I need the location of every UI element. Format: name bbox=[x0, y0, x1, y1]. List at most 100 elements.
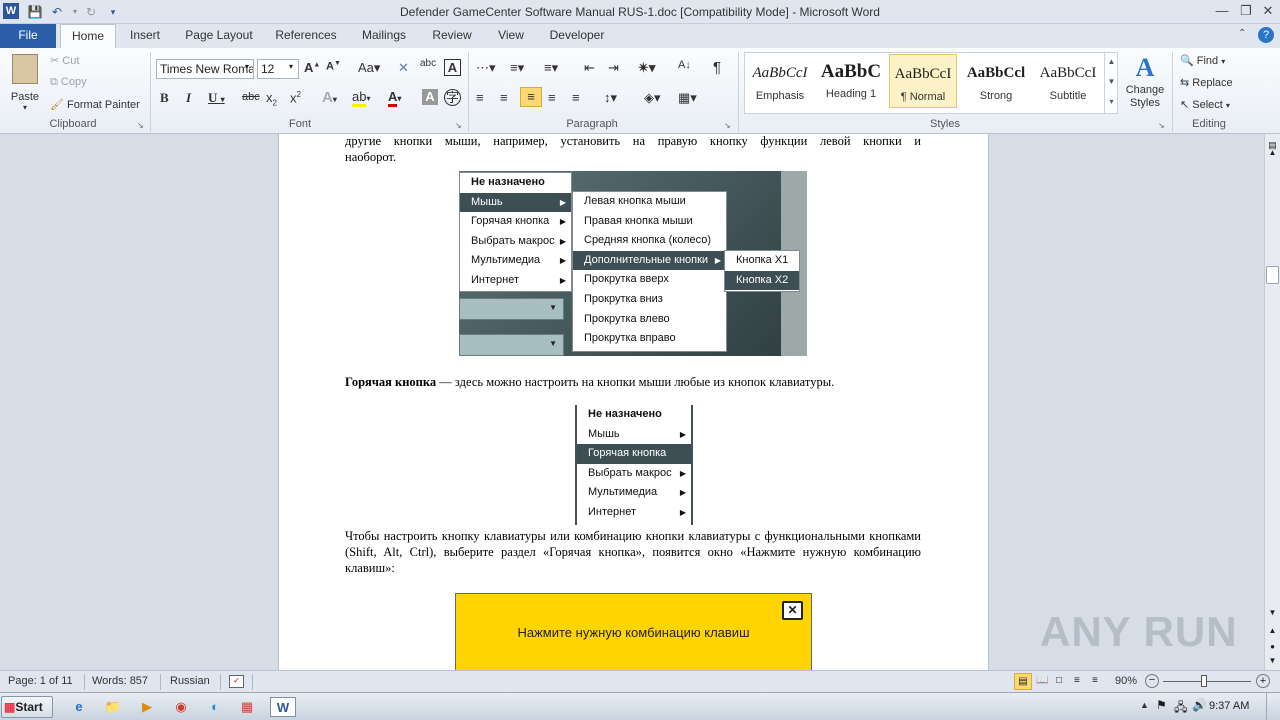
styles-scroll[interactable]: ▲ ▼ ▾ bbox=[1104, 52, 1118, 114]
font-size-dropdown-icon[interactable]: ▾ bbox=[289, 62, 293, 71]
line-spacing-icon[interactable]: ↕▾ bbox=[604, 90, 617, 106]
justify-icon[interactable]: ≡ bbox=[520, 87, 542, 107]
style-heading-1[interactable]: AaBbC Heading 1 bbox=[817, 54, 885, 108]
font-name-combo[interactable]: Times New Roma bbox=[156, 59, 254, 79]
full-screen-reading-icon[interactable]: 📖 bbox=[1036, 675, 1048, 686]
zoom-slider-thumb[interactable] bbox=[1201, 675, 1207, 687]
underline-icon[interactable]: U ▾ bbox=[208, 90, 225, 106]
style-subtitle[interactable]: AaBbCcI Subtitle bbox=[1034, 54, 1102, 108]
phonetic-guide-icon[interactable]: abc bbox=[420, 58, 436, 69]
tab-mailings[interactable]: Mailings bbox=[352, 24, 416, 48]
scroll-up-arrow-icon[interactable]: ▲ bbox=[1266, 148, 1279, 162]
highlight-color-icon[interactable]: ab▾ bbox=[352, 89, 370, 107]
edge-icon[interactable]: ◐ bbox=[204, 697, 226, 717]
zoom-level[interactable]: 90% bbox=[1115, 675, 1137, 687]
minimize-button[interactable]: — bbox=[1210, 2, 1234, 20]
outline-view-icon[interactable]: ≡ bbox=[1074, 675, 1080, 686]
borders-icon[interactable]: ▦▾ bbox=[678, 90, 697, 106]
replace-button[interactable]: ⇆ Replace bbox=[1180, 76, 1233, 89]
page-count[interactable]: Page: 1 of 11 bbox=[8, 675, 73, 687]
clear-formatting-icon[interactable]: ✕ bbox=[398, 60, 409, 76]
chrome-icon[interactable]: ◉ bbox=[170, 697, 192, 717]
close-button[interactable]: ✕ bbox=[1256, 2, 1280, 20]
paragraph-launcher-icon[interactable]: ↘ bbox=[724, 121, 731, 130]
select-button[interactable]: ↖ Select ▾ bbox=[1180, 98, 1230, 111]
copy-button[interactable]: ⧉ Copy bbox=[50, 76, 87, 89]
tab-references[interactable]: References bbox=[268, 24, 344, 48]
format-painter-button[interactable]: 🖌 Format Painter bbox=[50, 98, 140, 111]
volume-icon[interactable]: 🔊 bbox=[1192, 698, 1207, 712]
folder-icon[interactable]: 📁 bbox=[102, 697, 124, 717]
style-normal[interactable]: AaBbCcI ¶ Normal bbox=[889, 54, 957, 108]
bullets-icon[interactable]: ⋯▾ bbox=[476, 60, 496, 76]
vertical-scrollbar[interactable]: ▤ ▲ ▼ ▲ ● ▼ bbox=[1264, 134, 1280, 670]
previous-page-icon[interactable]: ▲ bbox=[1266, 626, 1279, 640]
italic-icon[interactable]: I bbox=[186, 90, 191, 106]
align-left-icon[interactable]: ≡ bbox=[476, 90, 484, 105]
show-formatting-marks-icon[interactable]: ¶ bbox=[713, 59, 721, 76]
find-button[interactable]: 🔍 Find ▾ bbox=[1180, 54, 1225, 67]
distributed-icon[interactable]: ≡ bbox=[572, 90, 580, 105]
font-name-dropdown-icon[interactable]: ▾ bbox=[245, 62, 249, 71]
scroll-down-arrow-icon[interactable]: ▼ bbox=[1266, 608, 1279, 622]
font-color-icon[interactable]: A▾ bbox=[388, 89, 401, 107]
zoom-slider[interactable] bbox=[1163, 681, 1251, 682]
clipboard-launcher-icon[interactable]: ↘ bbox=[137, 121, 144, 130]
help-icon[interactable]: ? bbox=[1258, 27, 1274, 43]
web-layout-icon[interactable]: □ bbox=[1056, 675, 1062, 686]
start-button[interactable]: ▦Start bbox=[1, 696, 53, 718]
tab-home[interactable]: Home bbox=[60, 24, 116, 49]
draft-view-icon[interactable]: ≡ bbox=[1092, 675, 1098, 686]
text-effects-icon[interactable]: A▾ bbox=[322, 89, 337, 106]
document-page[interactable]: другие кнопки мыши, например, установить… bbox=[278, 134, 989, 670]
zoom-in-icon[interactable]: + bbox=[1256, 674, 1270, 688]
bold-icon[interactable]: B bbox=[160, 90, 169, 106]
tab-view[interactable]: View bbox=[488, 24, 534, 48]
next-page-icon[interactable]: ▼ bbox=[1266, 656, 1279, 670]
minimize-ribbon-icon[interactable]: ⌃ bbox=[1238, 28, 1246, 39]
word-taskbar-icon[interactable]: W bbox=[270, 697, 296, 717]
media-player-icon[interactable]: ▶ bbox=[136, 697, 158, 717]
character-shading-icon[interactable]: A bbox=[422, 89, 438, 105]
multilevel-list-icon[interactable]: ≡▾ bbox=[544, 60, 558, 76]
style-emphasis[interactable]: AaBbCcI Emphasis bbox=[746, 54, 814, 108]
grow-font-icon[interactable]: A▲ bbox=[304, 60, 320, 75]
tab-insert[interactable]: Insert bbox=[120, 24, 170, 48]
sort-icon[interactable]: A↓ bbox=[678, 59, 691, 71]
security-app-icon[interactable]: ▦ bbox=[236, 697, 258, 717]
superscript-icon[interactable]: x2 bbox=[290, 90, 301, 105]
paste-button[interactable]: Paste ▾ bbox=[6, 52, 44, 114]
font-launcher-icon[interactable]: ↘ bbox=[455, 121, 462, 130]
action-center-icon[interactable]: ⚑ bbox=[1156, 698, 1167, 712]
word-count[interactable]: Words: 857 bbox=[92, 675, 148, 687]
tab-file[interactable]: File bbox=[0, 24, 56, 48]
change-case-icon[interactable]: Aa▾ bbox=[358, 60, 380, 76]
character-border-icon[interactable]: A bbox=[444, 59, 461, 76]
asian-layout-icon[interactable]: ✴▾ bbox=[638, 60, 655, 76]
clock[interactable]: 9:37 AM bbox=[1209, 700, 1249, 712]
network-icon[interactable]: 🖧 bbox=[1174, 698, 1187, 719]
cut-button[interactable]: ✂ Cut bbox=[50, 54, 79, 67]
increase-indent-icon[interactable]: ⇥ bbox=[608, 60, 619, 76]
enclose-characters-icon[interactable]: 字 bbox=[444, 89, 461, 106]
zoom-out-icon[interactable]: − bbox=[1145, 674, 1159, 688]
change-styles-button[interactable]: A Change Styles bbox=[1122, 52, 1168, 116]
proofing-icon[interactable]: ✓ bbox=[229, 675, 244, 688]
subscript-icon[interactable]: x2 bbox=[266, 90, 277, 108]
tab-developer[interactable]: Developer bbox=[542, 24, 612, 48]
show-hidden-icons[interactable]: ▲ bbox=[1140, 700, 1149, 710]
align-center-icon[interactable]: ≡ bbox=[500, 90, 508, 105]
styles-launcher-icon[interactable]: ↘ bbox=[1158, 121, 1165, 130]
language-indicator[interactable]: Russian bbox=[170, 675, 210, 687]
style-strong[interactable]: AaBbCcl Strong bbox=[962, 54, 1030, 108]
shrink-font-icon[interactable]: A▼ bbox=[326, 60, 341, 73]
scroll-thumb[interactable] bbox=[1266, 266, 1279, 284]
strikethrough-icon[interactable]: abc bbox=[242, 91, 260, 103]
ie-icon[interactable]: e bbox=[68, 697, 90, 717]
numbering-icon[interactable]: ≡▾ bbox=[510, 60, 524, 76]
show-desktop-button[interactable] bbox=[1266, 693, 1280, 720]
decrease-indent-icon[interactable]: ⇤ bbox=[584, 60, 595, 76]
maximize-button[interactable]: ❐ bbox=[1234, 2, 1258, 20]
align-right-icon[interactable]: ≡ bbox=[548, 90, 556, 105]
print-layout-view-icon[interactable]: ▤ bbox=[1014, 673, 1032, 690]
